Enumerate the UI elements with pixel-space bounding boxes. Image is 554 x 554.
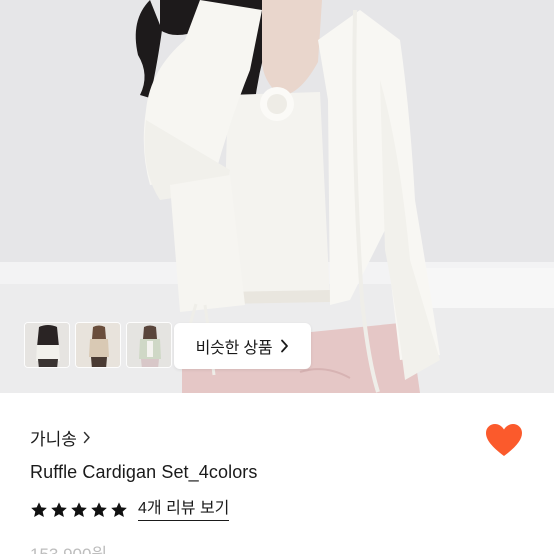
star-rating bbox=[30, 501, 128, 519]
review-link[interactable]: 4개 리뷰 보기 bbox=[138, 499, 230, 522]
product-price: 153,900원 bbox=[30, 540, 107, 554]
similar-products-label: 비슷한 상품 bbox=[195, 340, 273, 357]
product-image[interactable]: 비슷한 상품 bbox=[0, 0, 554, 393]
thumbnail-2[interactable] bbox=[75, 322, 121, 368]
star-icon bbox=[111, 502, 127, 518]
star-icon bbox=[51, 502, 67, 518]
star-icon bbox=[31, 502, 47, 518]
thumbnail-list bbox=[24, 322, 172, 368]
store-name: 가니송 bbox=[30, 430, 77, 449]
store-link[interactable]: 가니송 bbox=[30, 425, 91, 450]
product-info: 가니송 Ruffle Cardigan Set_4colors 4개 리뷰 보기… bbox=[0, 393, 554, 554]
thumbnail-1[interactable] bbox=[24, 322, 70, 368]
similar-products-button[interactable]: 비슷한 상품 bbox=[174, 323, 311, 369]
star-icon bbox=[71, 502, 87, 518]
thumbnail-3[interactable] bbox=[126, 322, 172, 368]
star-icon bbox=[91, 502, 107, 518]
product-title: Ruffle Cardigan Set_4colors bbox=[30, 462, 258, 482]
wishlist-button[interactable] bbox=[484, 422, 524, 458]
chevron-right-icon bbox=[83, 431, 90, 444]
rating-row: 4개 리뷰 보기 bbox=[30, 499, 230, 522]
chevron-right-icon bbox=[281, 339, 289, 353]
heart-icon bbox=[486, 424, 522, 456]
